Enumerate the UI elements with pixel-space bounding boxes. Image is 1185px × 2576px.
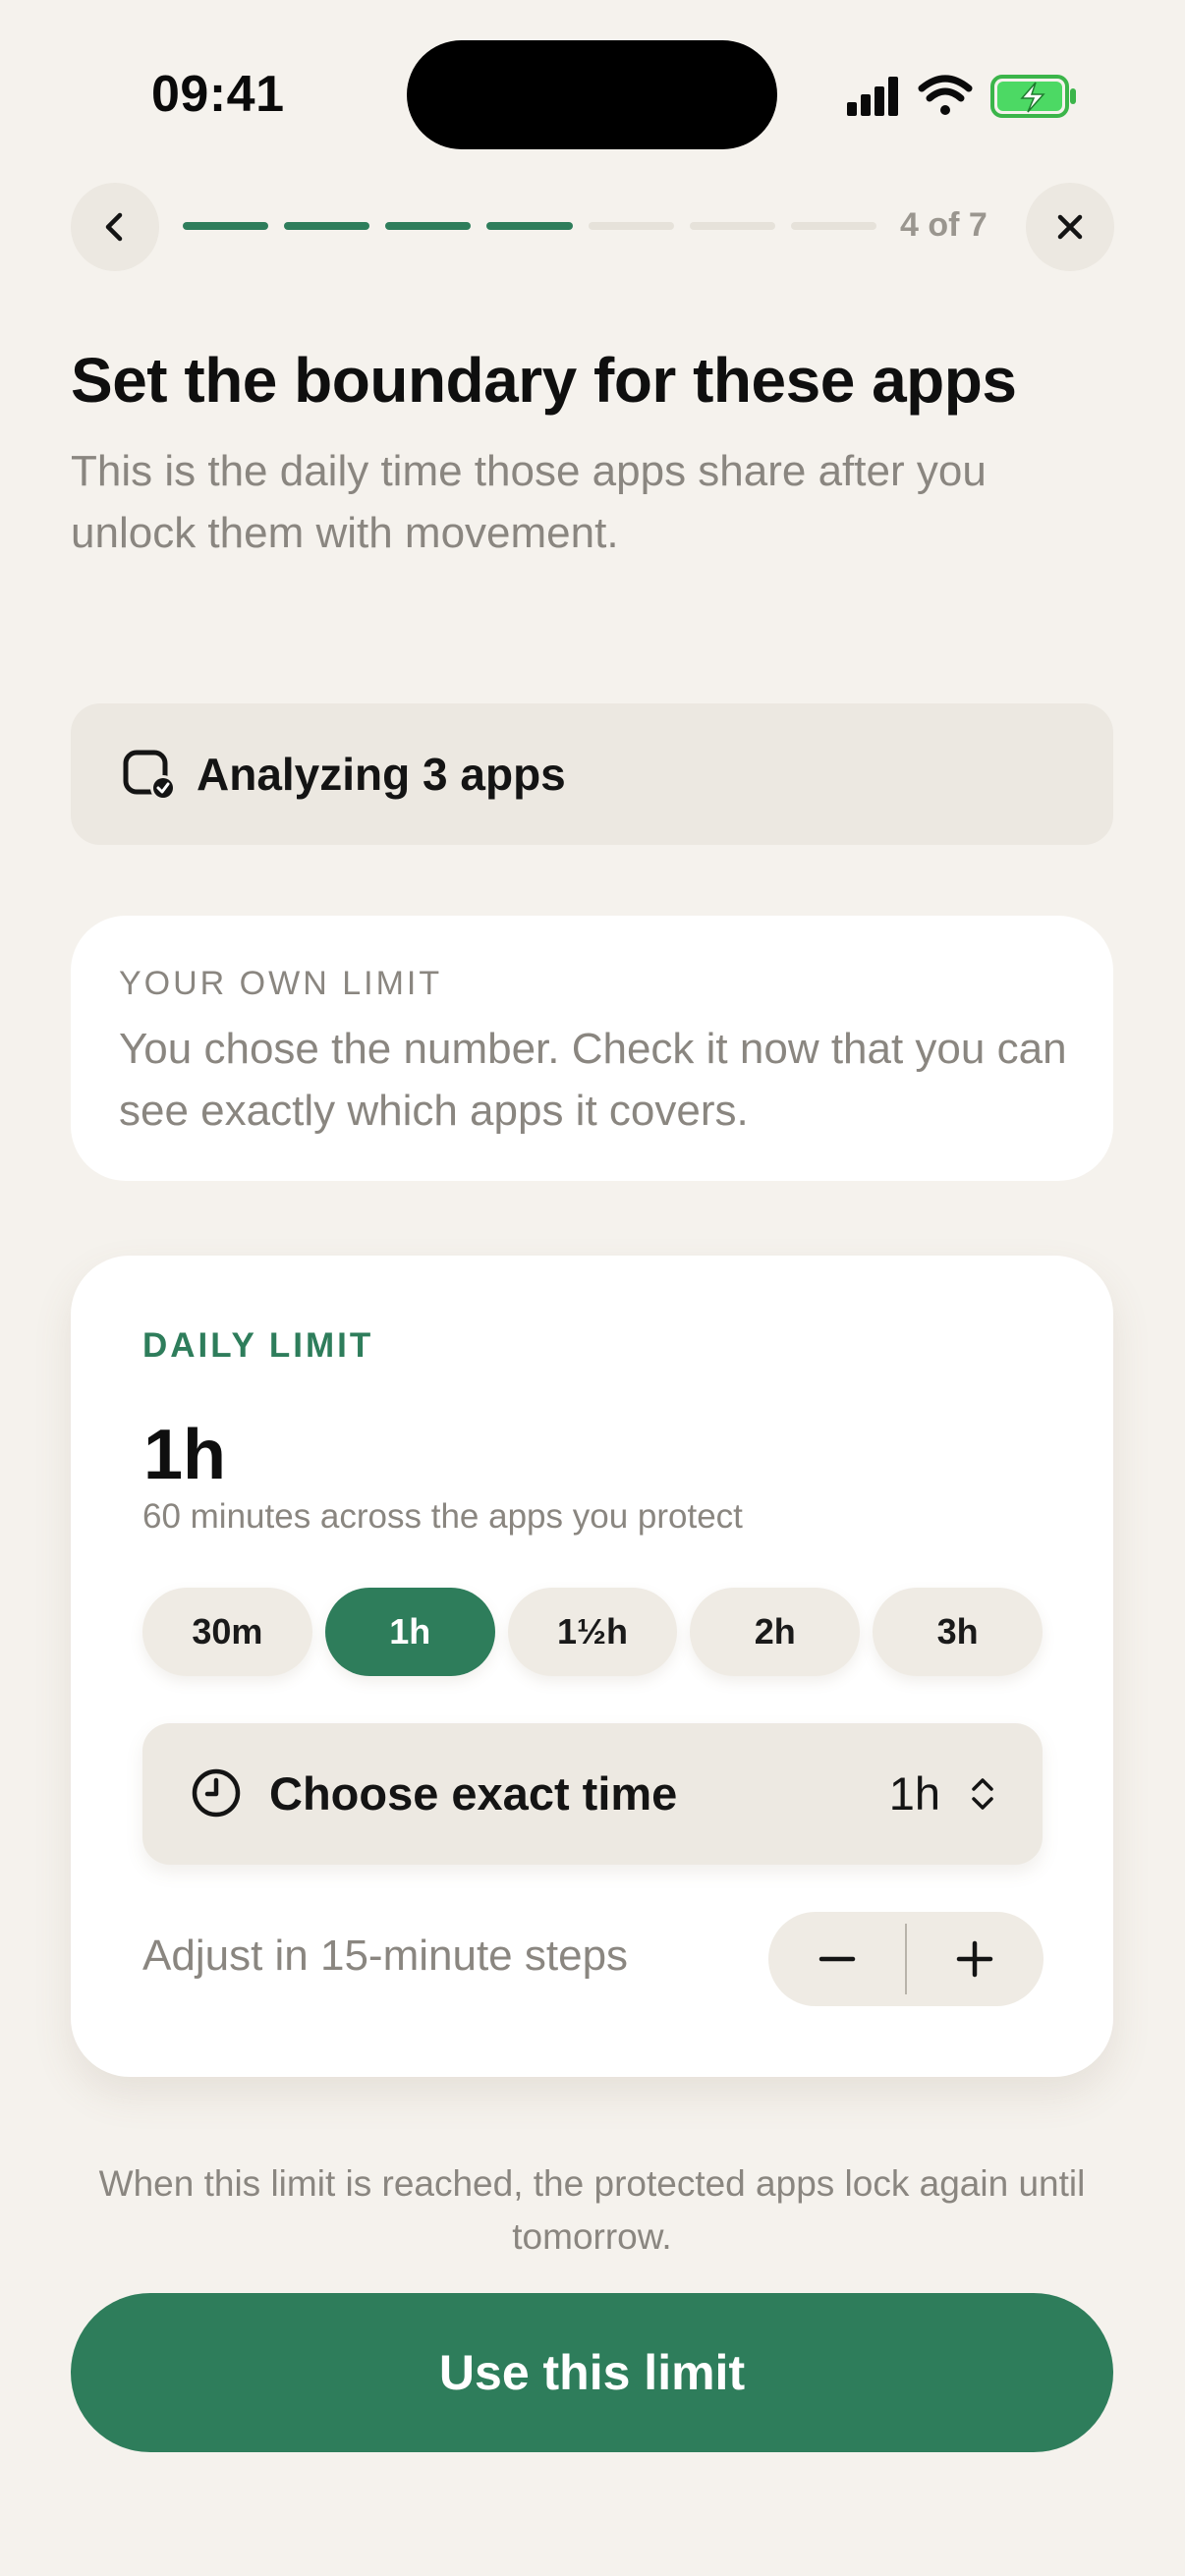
- minus-icon: [818, 1956, 856, 1962]
- analyzing-apps-banner: Analyzing 3 apps: [71, 703, 1113, 845]
- choose-exact-time-button[interactable]: Choose exact time 1h: [142, 1723, 1043, 1865]
- analyzing-label: Analyzing 3 apps: [197, 749, 566, 800]
- status-icons: [847, 71, 1083, 126]
- progress-segment: [790, 222, 876, 230]
- limit-options: 30m 1h 1½h 2h 3h: [142, 1588, 1043, 1676]
- increment-button[interactable]: [906, 1912, 1044, 2006]
- status-time: 09:41: [151, 66, 285, 123]
- progress-segment: [183, 222, 269, 230]
- limit-option-30m[interactable]: 30m: [142, 1588, 312, 1676]
- own-limit-card: YOUR OWN LIMIT You chose the number. Che…: [71, 916, 1113, 1181]
- progress-bar: [183, 222, 876, 232]
- use-this-limit-button[interactable]: Use this limit: [71, 2293, 1113, 2452]
- page-title: Set the boundary for these apps: [71, 345, 1017, 416]
- own-limit-eyebrow: YOUR OWN LIMIT: [119, 965, 443, 1002]
- app-check-icon: [123, 750, 176, 801]
- progress-segment: [284, 222, 370, 230]
- clock-icon: [192, 1768, 241, 1818]
- dynamic-island: [407, 40, 777, 149]
- limit-option-1h[interactable]: 1h: [324, 1588, 495, 1676]
- progress-segment: [588, 222, 674, 230]
- progress-segment: [486, 222, 573, 230]
- exact-time-value: 1h: [888, 1767, 940, 1820]
- plus-icon: [956, 1940, 993, 1978]
- step-indicator: 4 of 7: [900, 206, 988, 244]
- chevron-up-down-icon: [972, 1778, 993, 1810]
- own-limit-text: You chose the number. Check it now that …: [119, 1025, 1067, 1135]
- progress-segment: [385, 222, 472, 230]
- decrement-button[interactable]: [768, 1912, 906, 2006]
- time-stepper: [768, 1912, 1044, 2006]
- daily-limit-eyebrow: DAILY LIMIT: [142, 1326, 374, 1365]
- chevron-left-icon: [105, 212, 123, 242]
- page-subtitle: This is the daily time those apps share …: [71, 447, 987, 557]
- limit-option-3h[interactable]: 3h: [873, 1588, 1043, 1676]
- choose-exact-time-label: Choose exact time: [269, 1767, 678, 1820]
- footer-note: When this limit is reached, the protecte…: [98, 2163, 1086, 2257]
- daily-limit-caption: 60 minutes across the apps you protect: [142, 1497, 743, 1536]
- battery-charging-icon: [990, 75, 1076, 118]
- adjust-steps-text: Adjust in 15-minute steps: [142, 1932, 629, 1980]
- back-button[interactable]: [71, 183, 159, 271]
- close-button[interactable]: [1026, 183, 1114, 271]
- limit-option-2h[interactable]: 2h: [690, 1588, 861, 1676]
- limit-option-1-5h[interactable]: 1½h: [507, 1588, 678, 1676]
- progress-segment: [689, 222, 775, 230]
- wifi-icon: [918, 75, 973, 115]
- daily-limit-card: DAILY LIMIT 1h 60 minutes across the app…: [71, 1256, 1113, 2077]
- close-icon: [1057, 214, 1083, 240]
- cellular-signal-icon: [847, 77, 898, 116]
- daily-limit-value: 1h: [143, 1416, 227, 1494]
